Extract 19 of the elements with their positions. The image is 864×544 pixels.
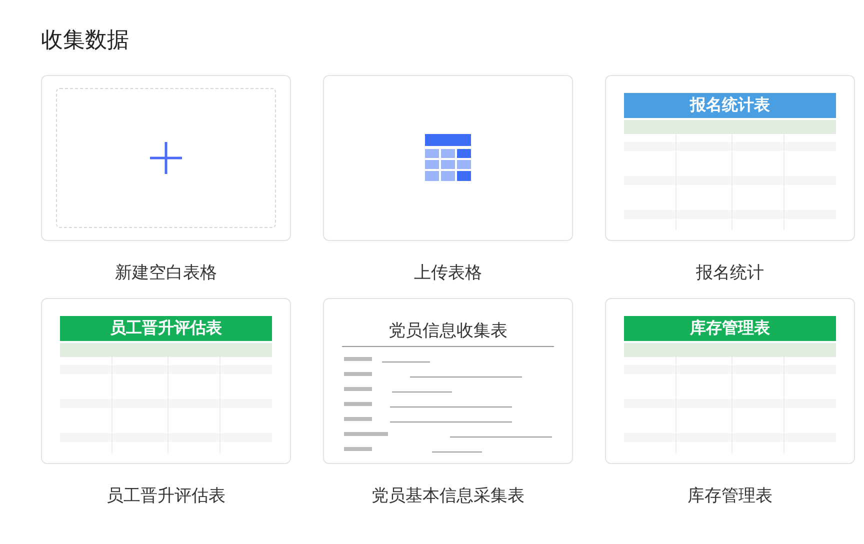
template-card[interactable]: 报名统计表 <box>605 75 855 241</box>
card-label: 员工晋升评估表 <box>106 485 226 507</box>
card-label: 库存管理表 <box>688 485 772 507</box>
template-card[interactable]: 员工晋升评估表 <box>41 298 291 464</box>
table-icon <box>425 134 471 182</box>
preview-title-bar: 库存管理表 <box>624 316 836 341</box>
new-blank-card[interactable] <box>41 75 291 241</box>
section-title: 收集数据 <box>41 26 130 54</box>
template-card[interactable]: 库存管理表 <box>605 298 855 464</box>
template-card[interactable]: 党员信息收集表 <box>323 298 573 464</box>
preview-title: 党员信息收集表 <box>342 318 554 346</box>
preview-title-bar: 员工晋升评估表 <box>60 316 272 341</box>
plus-icon <box>149 141 183 175</box>
card-label: 新建空白表格 <box>115 262 217 284</box>
upload-card[interactable] <box>323 75 573 241</box>
card-label: 上传表格 <box>414 262 482 284</box>
card-label: 报名统计 <box>696 262 764 284</box>
card-label: 党员基本信息采集表 <box>372 485 524 507</box>
preview-title-bar: 报名统计表 <box>624 93 836 118</box>
